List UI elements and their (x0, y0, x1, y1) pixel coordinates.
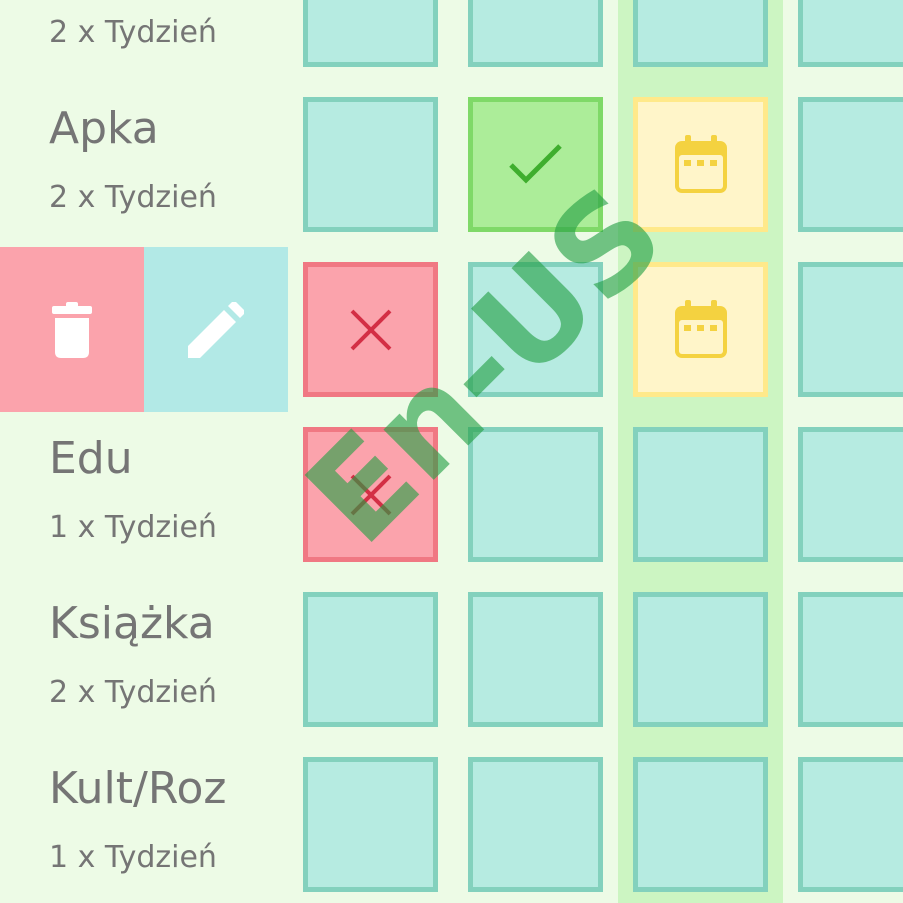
day-cell[interactable] (468, 592, 603, 727)
day-cell[interactable] (798, 757, 903, 892)
calendar-icon (674, 134, 727, 193)
day-cell-failed[interactable] (303, 262, 438, 397)
habit-frequency: 2 x Tydzień (49, 675, 217, 710)
day-cell[interactable] (468, 262, 603, 397)
day-cell[interactable] (303, 757, 438, 892)
habit-title: Apka (49, 103, 159, 154)
habit-title: Kult/Roz (49, 763, 227, 814)
day-cell[interactable] (798, 262, 903, 397)
pencil-icon (188, 301, 244, 358)
check-icon (508, 143, 562, 184)
day-cell[interactable] (303, 0, 438, 67)
habit-title: Książka (49, 598, 215, 649)
day-cell[interactable] (798, 427, 903, 562)
day-cell[interactable] (633, 592, 768, 727)
x-icon (350, 474, 391, 515)
day-cell[interactable] (468, 0, 603, 67)
habit-frequency: 2 x Tydzień (49, 180, 217, 215)
x-icon (350, 309, 391, 350)
trash-icon (52, 301, 92, 358)
day-cell[interactable] (303, 592, 438, 727)
day-cell-planned[interactable] (633, 262, 768, 397)
day-cell[interactable] (303, 97, 438, 232)
day-cell[interactable] (468, 427, 603, 562)
day-cell[interactable] (798, 592, 903, 727)
day-cell[interactable] (798, 97, 903, 232)
day-cell[interactable] (633, 0, 768, 67)
edit-button[interactable] (144, 247, 288, 412)
habit-title: Edu (49, 433, 133, 484)
day-cell[interactable] (633, 427, 768, 562)
habit-frequency: 1 x Tydzień (49, 510, 217, 545)
habit-frequency: 2 x Tydzień (49, 15, 217, 50)
day-cell-failed[interactable] (303, 427, 438, 562)
day-cell[interactable] (468, 757, 603, 892)
day-cell-planned[interactable] (633, 97, 768, 232)
day-cell[interactable] (633, 757, 768, 892)
calendar-icon (674, 299, 727, 358)
day-cell-done[interactable] (468, 97, 603, 232)
day-cell[interactable] (798, 0, 903, 67)
delete-button[interactable] (0, 247, 144, 412)
habit-frequency: 1 x Tydzień (49, 840, 217, 875)
